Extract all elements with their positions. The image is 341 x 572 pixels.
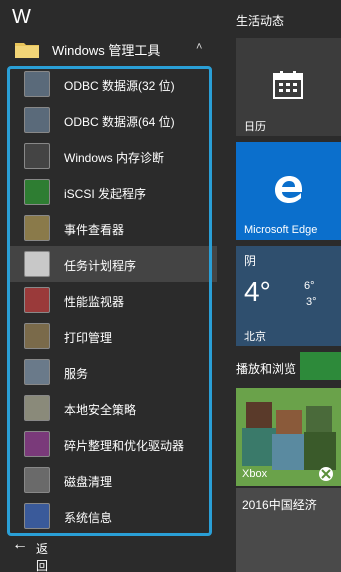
list-item-label: 性能监视器 [64, 295, 125, 309]
list-item-label: 本地安全策略 [64, 403, 137, 417]
list-item[interactable]: 本地安全策略 [10, 390, 215, 426]
letter-heading[interactable]: W [12, 6, 31, 29]
list-item-label: 打印管理 [64, 331, 113, 345]
tile-news-label: 2016中国经济 [242, 498, 317, 512]
list-item-label: 任务计划程序 [64, 259, 137, 273]
tile-edge-label: Microsoft Edge [244, 224, 318, 236]
chevron-up-icon[interactable]: ˄ [196, 41, 202, 53]
weather-high: 6° [304, 280, 315, 292]
iscsi-globe-icon [24, 179, 50, 205]
app-list-panel: W Windows 管理工具 ˄ ODBC 数据源(32 位) ODBC 数据源(… [0, 0, 225, 572]
tile-calendar[interactable]: 日历 [236, 38, 341, 136]
list-item[interactable]: 服务 [10, 354, 215, 390]
list-item[interactable]: 磁盘清理 [10, 462, 215, 498]
tile-edge[interactable]: Microsoft Edge [236, 142, 341, 240]
list-item[interactable]: 打印管理 [10, 318, 215, 354]
back-label: 返回 [36, 542, 49, 572]
list-item-label: iSCSI 发起程序 [64, 187, 147, 201]
section-play: 播放和浏览 [236, 362, 297, 376]
services-gear-icon [24, 359, 50, 385]
odbc-64-icon [24, 107, 50, 133]
list-item-label: 系统信息 [64, 511, 113, 525]
folder-label: Windows 管理工具 [52, 43, 161, 58]
performance-monitor-icon [24, 287, 50, 313]
event-viewer-icon [24, 215, 50, 241]
task-scheduler-clock-icon [24, 251, 50, 277]
system-info-icon [24, 503, 50, 529]
list-item[interactable]: 碎片整理和优化驱动器 [10, 426, 215, 462]
tile-news[interactable]: 2016中国经济 [236, 488, 341, 572]
list-item-label: ODBC 数据源(64 位) [64, 115, 175, 129]
list-item[interactable]: ODBC 数据源(64 位) [10, 102, 215, 138]
list-item-label: 事件查看器 [64, 223, 125, 237]
list-item-label: ODBC 数据源(32 位) [64, 79, 175, 93]
defrag-icon [24, 431, 50, 457]
list-item-label: 磁盘清理 [64, 475, 113, 489]
odbc-32-icon [24, 71, 50, 97]
edge-logo-icon [275, 176, 302, 203]
list-item[interactable]: iSCSI 发起程序 [10, 174, 215, 210]
print-management-icon [24, 323, 50, 349]
list-item[interactable]: 系统信息 [10, 498, 215, 534]
weather-temp: 4° [244, 276, 271, 307]
list-item-label: 服务 [64, 367, 89, 381]
folder-icon [15, 43, 39, 58]
list-item[interactable]: 性能监视器 [10, 282, 215, 318]
list-item[interactable]: ODBC 数据源(32 位) [10, 66, 215, 102]
tile-calendar-label: 日历 [244, 121, 266, 133]
xbox-logo-icon [319, 467, 333, 481]
section-life: 生活动态 [236, 14, 285, 28]
weather-low: 3° [306, 296, 317, 308]
list-item[interactable]: Windows 内存诊断 [10, 138, 215, 174]
list-item-label: 碎片整理和优化驱动器 [64, 439, 185, 453]
memory-diagnostic-icon [24, 143, 50, 169]
list-item[interactable]: 事件查看器 [10, 210, 215, 246]
back-arrow-icon: ← [12, 536, 28, 553]
calendar-icon [273, 71, 303, 99]
disk-cleanup-icon [24, 467, 50, 493]
folder-windows-admin-tools[interactable]: Windows 管理工具 ˄ [0, 33, 225, 63]
local-security-policy-icon [24, 395, 50, 421]
weather-city: 北京 [244, 331, 266, 343]
tile-xbox[interactable]: Xbox [236, 388, 341, 486]
list-item[interactable]: 任务计划程序 [10, 246, 217, 282]
tile-xbox-label: Xbox [242, 468, 268, 480]
weather-condition: 阴 [244, 254, 257, 268]
tile-weather[interactable]: 阴 4° 6° 3° 北京 [236, 246, 341, 346]
tile-strip[interactable] [300, 352, 341, 380]
list-item-label: Windows 内存诊断 [64, 151, 165, 165]
